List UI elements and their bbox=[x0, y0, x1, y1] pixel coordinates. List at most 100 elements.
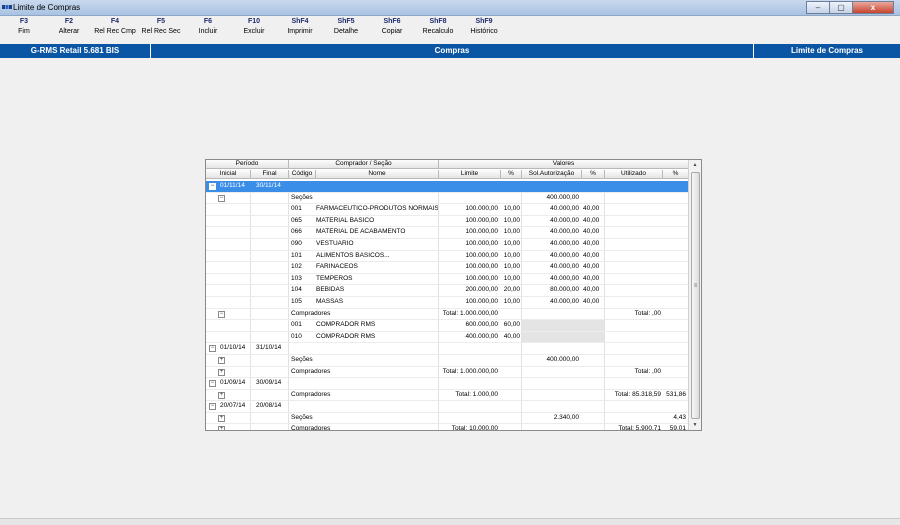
cell-sol: 400.000,00 bbox=[546, 355, 579, 363]
toolbar-button-shf8[interactable]: ShF8 Recalculo bbox=[416, 17, 460, 37]
table-row[interactable]: − Compradores Total: 1.000.000,00 Total: ,0… bbox=[206, 309, 688, 321]
table-row[interactable]: 066 MATERIAL DE ACABAMENTO 100.000,00 10,00… bbox=[206, 227, 688, 239]
table-row[interactable]: + Seções 2.340,00 4,43 bbox=[206, 413, 688, 425]
cell-cod: 101 bbox=[291, 251, 302, 259]
table-row[interactable]: − Seções 400.000,00 bbox=[206, 193, 688, 205]
cell-lim: 100.000,00 bbox=[465, 205, 498, 213]
disabled-cell bbox=[522, 331, 604, 343]
table-row[interactable]: 104 BEBIDAS 200.000,00 20,00 80.000,00 40,00 bbox=[206, 285, 688, 297]
collapse-icon[interactable]: − bbox=[209, 345, 216, 353]
cell-p2: 40,00 bbox=[583, 286, 600, 294]
cell-fim: 31/10/14 bbox=[256, 344, 282, 352]
table-row[interactable]: 101 ALIMENTOS BASICOS... 100.000,00 10,00 40… bbox=[206, 251, 688, 263]
period-row[interactable]: −01/09/14 30/09/14 bbox=[206, 378, 688, 390]
cell-cod: 103 bbox=[291, 274, 302, 282]
col-sol-autorizacao[interactable]: Sol.Autorização bbox=[522, 170, 582, 179]
scroll-up-icon[interactable]: ▲ bbox=[690, 160, 700, 170]
cell-sol: 40.000,00 bbox=[550, 274, 579, 282]
expand-icon[interactable]: + bbox=[218, 356, 225, 364]
period-row[interactable]: −20/07/14 20/08/14 bbox=[206, 401, 688, 413]
cell-nome: VESTUARIO bbox=[316, 239, 354, 247]
cell-lim: 100.000,00 bbox=[465, 239, 498, 247]
table-row[interactable]: 001 COMPRADOR RMS 600.000,00 60,00 bbox=[206, 320, 688, 332]
toolbar-button-f6[interactable]: F6 Incluir bbox=[186, 17, 230, 37]
table-row[interactable]: 010 COMPRADOR RMS 400.000,00 40,00 bbox=[206, 331, 688, 344]
toolbar-button-shf4[interactable]: ShF4 Imprimir bbox=[278, 17, 322, 37]
toolbar-button-f3[interactable]: F3 Fim bbox=[2, 17, 46, 37]
col-pct-limite[interactable]: % bbox=[501, 170, 522, 179]
cell-p2: 40,00 bbox=[583, 263, 600, 271]
table-row[interactable]: 103 TEMPEROS 100.000,00 10,00 40.000,00 40,00 bbox=[206, 274, 688, 286]
cell-sol: 40.000,00 bbox=[550, 205, 579, 213]
collapse-icon[interactable]: − bbox=[209, 380, 216, 388]
toolbar-button-shf6[interactable]: ShF6 Copiar bbox=[370, 17, 414, 37]
close-button[interactable]: x bbox=[852, 1, 894, 14]
cell-lim: Total: 10.000,00 bbox=[451, 425, 498, 430]
header-periodo: Período bbox=[206, 160, 289, 169]
table-row[interactable]: 102 FARINACEOS 100.000,00 10,00 40.000,00 40,… bbox=[206, 262, 688, 274]
collapse-icon[interactable]: − bbox=[218, 194, 225, 202]
cell-p1: 40,00 bbox=[503, 332, 520, 340]
cell-sol: 40.000,00 bbox=[550, 297, 579, 305]
table-row[interactable]: + Seções 400.000,00 bbox=[206, 355, 688, 367]
cell-cod: 102 bbox=[291, 263, 302, 271]
table-row[interactable]: 065 MATERIAL BASICO 100.000,00 10,00 40.000,… bbox=[206, 216, 688, 228]
expand-icon[interactable]: + bbox=[218, 368, 225, 376]
cell-nome: FARMACEUTICO-PRODUTOS NORMAIS bbox=[316, 205, 438, 213]
cell-sol: 40.000,00 bbox=[550, 228, 579, 236]
toolbar-label: Imprimir bbox=[287, 28, 313, 35]
cell-sol: 40.000,00 bbox=[550, 239, 579, 247]
toolbar-button-shf9[interactable]: ShF9 Histórico bbox=[462, 17, 506, 37]
minimize-button[interactable]: – bbox=[806, 1, 830, 14]
col-final[interactable]: Final bbox=[251, 170, 289, 179]
limits-grid[interactable]: Período Comprador / Seção Valores Inicia… bbox=[205, 159, 702, 431]
cell-lim: 200.000,00 bbox=[465, 286, 498, 294]
toolbar-button-f2[interactable]: F2 Alterar bbox=[47, 17, 91, 37]
col-inicial[interactable]: Inicial bbox=[206, 170, 251, 179]
collapse-icon[interactable]: − bbox=[209, 403, 216, 411]
expand-icon[interactable]: + bbox=[218, 414, 225, 422]
col-pct-sol[interactable]: % bbox=[582, 170, 605, 179]
toolbar-button-f5[interactable]: F5 Rel Rec Sec bbox=[139, 17, 183, 37]
toolbar-button-f10[interactable]: F10 Excluir bbox=[232, 17, 276, 37]
cell-ini: 01/09/14 bbox=[220, 379, 246, 387]
expand-icon[interactable]: + bbox=[218, 426, 225, 430]
toolbar-button-shf5[interactable]: ShF5 Detalhe bbox=[324, 17, 368, 37]
cell-sol: 400.000,00 bbox=[546, 193, 579, 201]
cell-cod: Compradores bbox=[291, 390, 331, 398]
col-codigo[interactable]: Código bbox=[289, 170, 316, 179]
table-row[interactable]: + Compradores Total: 1.000,00 Total: 85.318… bbox=[206, 390, 688, 402]
cell-p2: 40,00 bbox=[583, 274, 600, 282]
scroll-thumb[interactable]: ≡ bbox=[691, 172, 700, 419]
table-row[interactable]: + Compradores Total: 1.000.000,00 Total: ,0… bbox=[206, 367, 688, 379]
grid-group-header: Período Comprador / Seção Valores bbox=[206, 160, 688, 169]
col-limite[interactable]: Limite bbox=[439, 170, 501, 179]
cell-lim: Total: 1.000.000,00 bbox=[442, 367, 498, 375]
period-row[interactable]: −01/11/14 30/11/14 bbox=[206, 181, 688, 193]
cell-sol: 40.000,00 bbox=[550, 251, 579, 259]
cell-nome: MATERIAL DE ACABAMENTO bbox=[316, 228, 406, 236]
cell-p1: 10,00 bbox=[503, 263, 520, 271]
table-row[interactable]: 090 VESTUARIO 100.000,00 10,00 40.000,00 40,0… bbox=[206, 239, 688, 251]
toolbar-button-f4[interactable]: F4 Rel Rec Cmp bbox=[93, 17, 137, 37]
collapse-icon[interactable]: − bbox=[209, 183, 216, 190]
col-utilizado[interactable]: Utilizado bbox=[605, 170, 663, 179]
cell-cod: 010 bbox=[291, 332, 302, 340]
table-row[interactable]: 001 FARMACEUTICO-PRODUTOS NORMAIS 100.000,… bbox=[206, 204, 688, 216]
cell-nome: MATERIAL BASICO bbox=[316, 216, 375, 224]
cell-p2: 40,00 bbox=[583, 216, 600, 224]
collapse-icon[interactable]: − bbox=[218, 310, 225, 318]
vertical-scrollbar[interactable]: ▲ ≡ ▼ bbox=[688, 160, 701, 430]
title-bar: Limite de Compras – ▢ x bbox=[0, 0, 900, 16]
expand-icon[interactable]: + bbox=[218, 391, 225, 399]
period-row[interactable]: −01/10/14 31/10/14 bbox=[206, 343, 688, 355]
scroll-down-icon[interactable]: ▼ bbox=[690, 420, 700, 430]
col-nome[interactable]: Nome bbox=[316, 170, 439, 179]
col-pct-utilizado[interactable]: % bbox=[663, 170, 688, 179]
module-name: Compras bbox=[151, 44, 754, 58]
cell-lim: 100.000,00 bbox=[465, 263, 498, 271]
cell-p2: 40,00 bbox=[583, 297, 600, 305]
table-row[interactable]: + Compradores Total: 10.000,00 Total: 5.900… bbox=[206, 424, 688, 430]
table-row[interactable]: 105 MASSAS 100.000,00 10,00 40.000,00 40,00 bbox=[206, 297, 688, 309]
maximize-button[interactable]: ▢ bbox=[829, 1, 853, 14]
